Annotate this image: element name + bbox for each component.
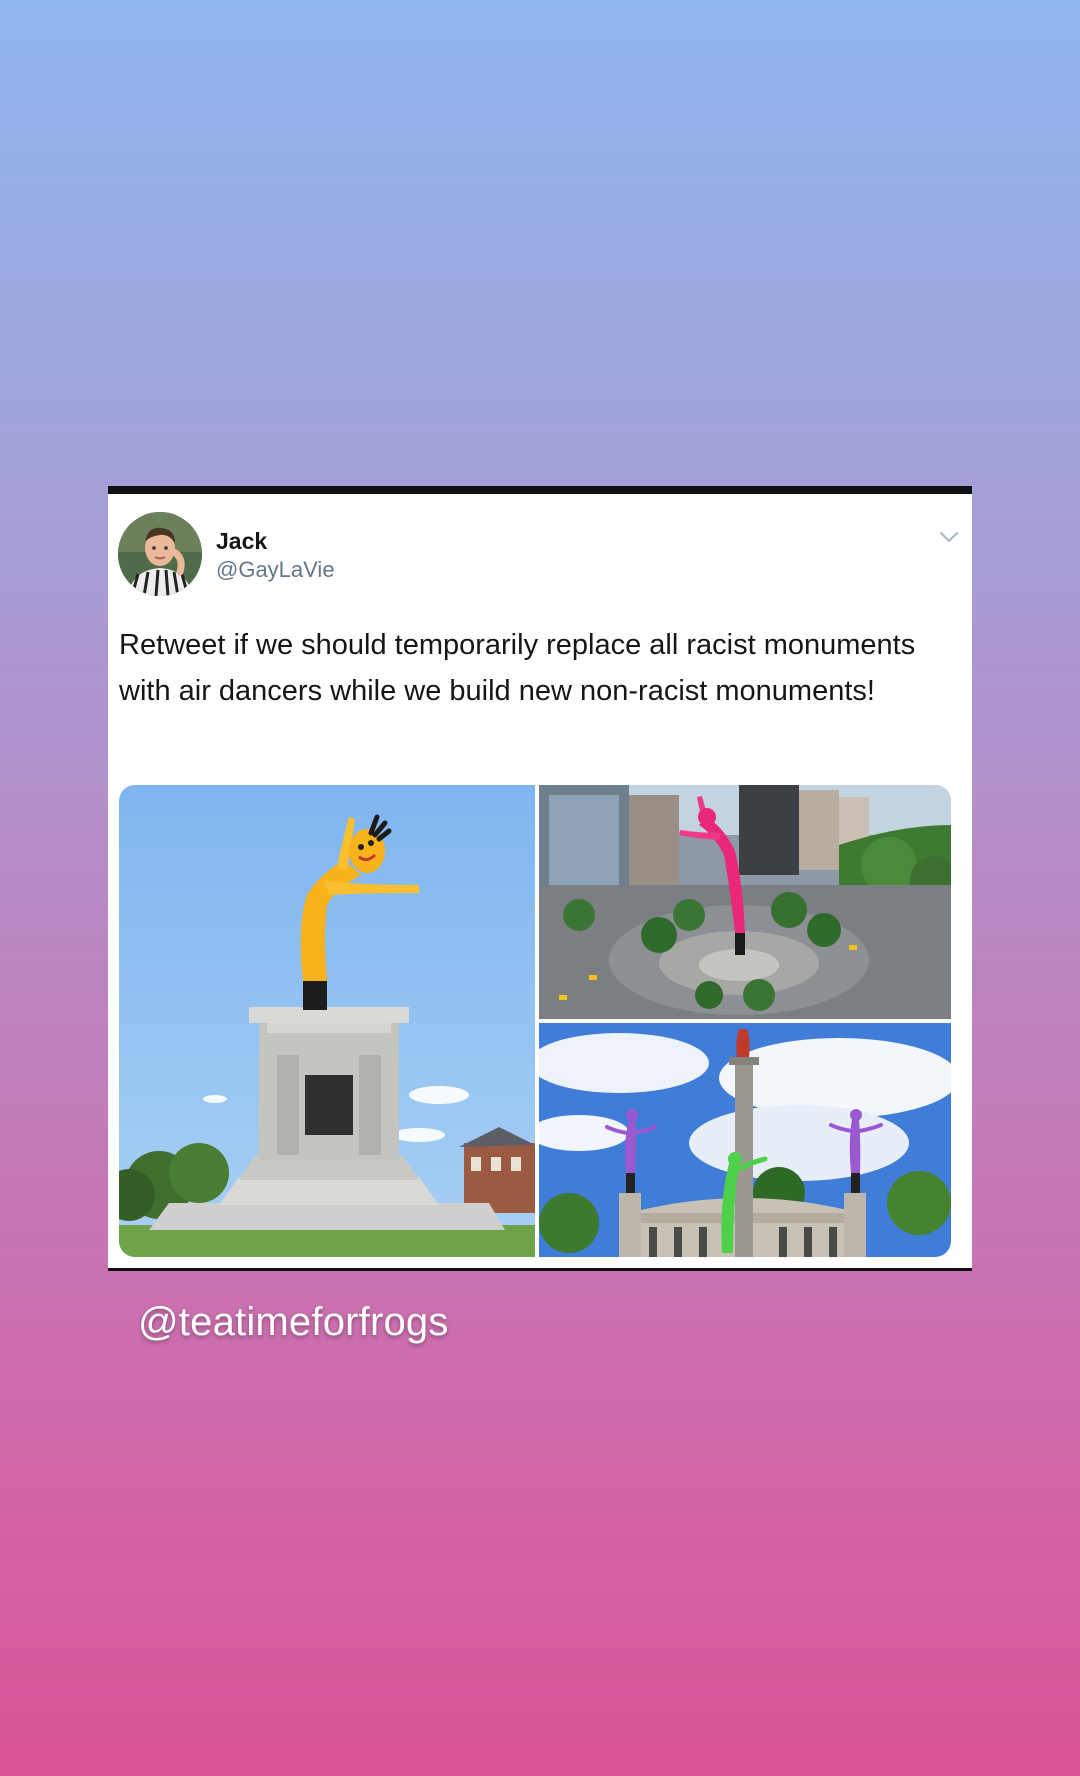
tweet-card[interactable]: Jack @GayLaVie Retweet if we should temp… [108, 486, 972, 1271]
media-image-pink-air-dancer[interactable] [539, 785, 951, 1019]
display-name[interactable]: Jack [216, 528, 267, 555]
chevron-down-icon[interactable] [936, 524, 962, 550]
media-image-yellow-air-dancer[interactable] [119, 785, 535, 1257]
media-image-purple-green-air-dancers[interactable] [539, 1023, 951, 1257]
tweet-media-grid [119, 785, 951, 1257]
avatar-photo [118, 512, 202, 596]
avatar[interactable] [118, 512, 202, 596]
story-mention-text[interactable]: @teatimeforfrogs [138, 1300, 449, 1345]
tweet-text: Retweet if we should temporarily replace… [119, 629, 916, 707]
user-handle[interactable]: @GayLaVie [216, 557, 335, 583]
